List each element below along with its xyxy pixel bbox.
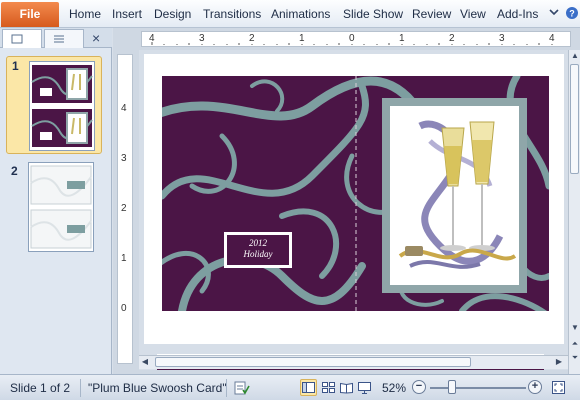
slide-thumbnail-2[interactable]: 2 (6, 162, 102, 260)
ruler-mark: 4 (549, 33, 555, 44)
ruler-mark: 0 (121, 303, 127, 314)
zoom-slider[interactable] (430, 387, 526, 389)
fit-to-window-icon (552, 381, 565, 394)
scroll-right-icon[interactable]: ▶ (553, 356, 565, 368)
slide-show-icon (358, 382, 371, 394)
spell-check-icon[interactable] (234, 381, 250, 398)
svg-text:?: ? (569, 9, 575, 19)
ruler-mark: 3 (499, 33, 505, 44)
horizontal-scroll-thumb[interactable] (155, 357, 471, 367)
slide-sorter-icon (322, 382, 335, 393)
vertical-scrollbar[interactable]: ▲ ▼ ⏶ ⏷ (568, 50, 580, 374)
close-pane-icon[interactable]: × (92, 30, 100, 46)
scroll-up-icon[interactable]: ▲ (569, 50, 580, 62)
tab-add-ins[interactable]: Add-Ins (497, 7, 538, 21)
ruler-mark: 1 (399, 33, 405, 44)
zoom-in-button[interactable]: + (528, 380, 542, 394)
scroll-down-icon[interactable]: ▼ (569, 322, 580, 334)
label-holiday: Holiday (243, 249, 273, 259)
slide-indicator: Slide 1 of 2 (10, 381, 71, 395)
ruler-mark: 2 (121, 203, 127, 214)
holiday-label[interactable]: 2012 Holiday (224, 232, 292, 268)
vertical-scroll-thumb[interactable] (570, 64, 579, 174)
current-slide[interactable]: 2012 Holiday (144, 54, 564, 344)
ruler-mark: 4 (149, 33, 155, 44)
ribbon-tab-bar: File Home Insert Design Transitions Anim… (0, 0, 580, 28)
tab-design[interactable]: Design (154, 7, 191, 21)
zoom-level[interactable]: 52% (382, 381, 406, 395)
thumbnail-image (28, 162, 94, 252)
ruler-mark: 0 (349, 33, 355, 44)
slide-sorter-button[interactable] (320, 379, 337, 396)
zoom-out-button[interactable]: − (412, 380, 426, 394)
ruler-mark: 1 (121, 253, 127, 264)
slides-view-icon (11, 34, 23, 44)
slide-number: 1 (12, 59, 19, 73)
zoom-slider-thumb[interactable] (448, 380, 456, 394)
slides-pane: × 1 2 (0, 28, 112, 374)
fit-to-window-button[interactable] (550, 379, 567, 396)
ribbon-minimize-icon[interactable] (547, 7, 561, 21)
card-background: 2012 Holiday (162, 76, 549, 311)
slide-editor: 4 3 2 1 0 1 2 3 4 4 3 2 1 0 2012 Holiday… (113, 28, 580, 374)
vertical-ruler[interactable]: 4 3 2 1 0 (117, 54, 133, 364)
ruler-mark: 2 (449, 33, 455, 44)
ruler-mark: 2 (249, 33, 255, 44)
next-slide-icon[interactable]: ⏷ (569, 352, 580, 364)
tab-home[interactable]: Home (69, 7, 101, 21)
normal-view-button[interactable] (300, 379, 317, 396)
theme-name[interactable]: "Plum Blue Swoosh Card" (88, 381, 227, 395)
slide-thumbnail-1[interactable]: 1 (6, 56, 102, 154)
ruler-mark: 1 (299, 33, 305, 44)
reading-view-icon (340, 382, 353, 394)
horizontal-ruler[interactable]: 4 3 2 1 0 1 2 3 4 (141, 31, 571, 47)
champagne-photo (390, 106, 519, 285)
ruler-mark: 4 (121, 103, 127, 114)
label-text: 2012 Holiday (227, 235, 289, 265)
photo-frame[interactable] (382, 98, 527, 293)
slide-canvas[interactable]: 2012 Holiday (139, 50, 569, 370)
label-year: 2012 (249, 238, 267, 248)
slide-number: 2 (11, 164, 18, 178)
tab-transitions[interactable]: Transitions (203, 7, 261, 21)
tab-slides[interactable] (2, 29, 42, 48)
file-tab[interactable]: File (1, 2, 59, 27)
tab-slide-show[interactable]: Slide Show (343, 7, 403, 21)
slide-show-button[interactable] (356, 379, 373, 396)
thumbnail-image (29, 61, 95, 151)
tab-review[interactable]: Review (412, 7, 451, 21)
help-icon[interactable]: ? (565, 6, 579, 20)
scroll-left-icon[interactable]: ◀ (139, 356, 151, 368)
horizontal-scrollbar[interactable]: ◀ ▶ (139, 355, 568, 369)
tab-insert[interactable]: Insert (112, 7, 142, 21)
pane-tabs: × (0, 28, 112, 48)
ruler-mark: 3 (199, 33, 205, 44)
tab-view[interactable]: View (460, 7, 486, 21)
ruler-mark: 3 (121, 153, 127, 164)
status-bar: Slide 1 of 2 "Plum Blue Swoosh Card" 52%… (0, 374, 580, 400)
previous-slide-icon[interactable]: ⏶ (569, 338, 580, 350)
tab-animations[interactable]: Animations (271, 7, 330, 21)
tab-outline[interactable] (44, 29, 84, 48)
reading-view-button[interactable] (338, 379, 355, 396)
outline-view-icon (54, 35, 64, 43)
normal-view-icon (302, 382, 315, 393)
